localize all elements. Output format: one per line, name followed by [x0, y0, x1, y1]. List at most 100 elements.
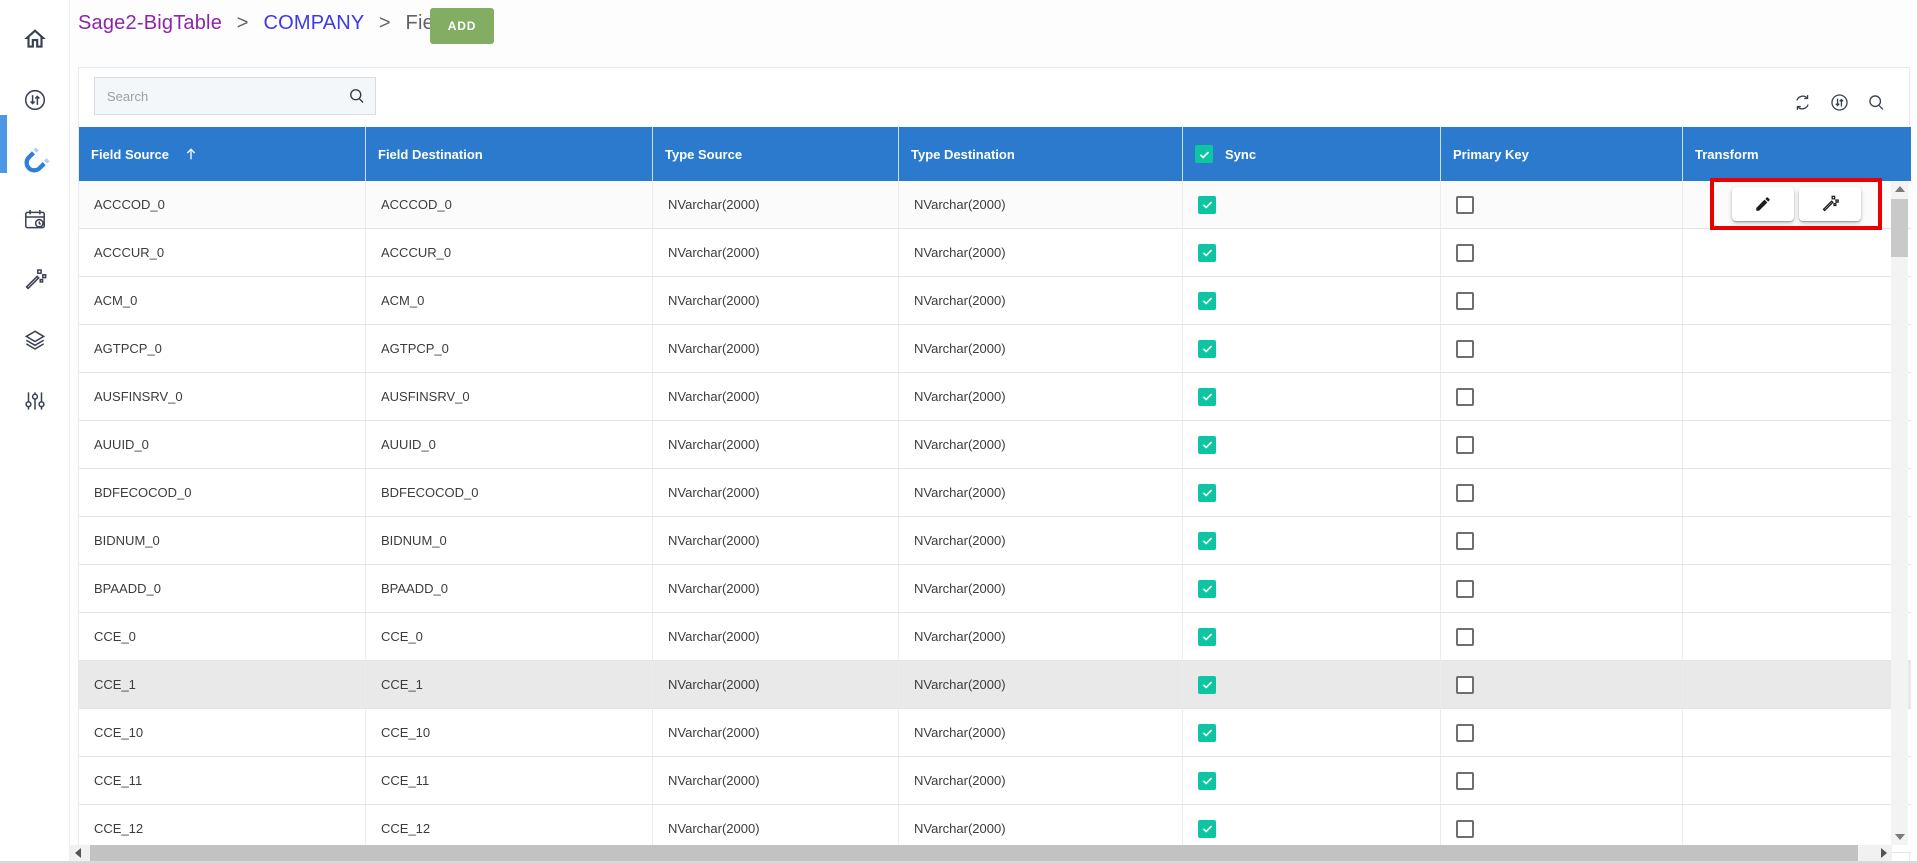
transform-cell — [1682, 709, 1911, 756]
primary-key-checkbox[interactable] — [1456, 436, 1474, 454]
breadcrumb-company[interactable]: COMPANY — [263, 12, 364, 34]
sync-checkbox[interactable] — [1198, 244, 1216, 262]
table-row[interactable]: CCE_0 CCE_0 NVarchar(2000) NVarchar(2000… — [79, 613, 1911, 661]
vertical-scrollbar[interactable] — [1891, 181, 1908, 845]
column-header-sync[interactable]: Sync — [1182, 127, 1440, 181]
table-row[interactable]: CCE_10 CCE_10 NVarchar(2000) NVarchar(20… — [79, 709, 1911, 757]
primary-key-checkbox[interactable] — [1456, 724, 1474, 742]
type-destination-cell: NVarchar(2000) — [898, 517, 1182, 564]
pencil-icon — [1754, 195, 1772, 213]
scroll-up-arrow[interactable] — [1895, 186, 1905, 192]
column-header-field-source[interactable]: Field Source — [79, 127, 365, 181]
transform-cell — [1682, 373, 1911, 420]
column-header-primary-key[interactable]: Primary Key — [1440, 127, 1682, 181]
sidebar-item-connections[interactable] — [0, 76, 70, 124]
primary-key-checkbox[interactable] — [1456, 820, 1474, 838]
table-row[interactable]: ACCCUR_0 ACCCUR_0 NVarchar(2000) NVarcha… — [79, 229, 1911, 277]
fields-table: Field Source Field Destination Type Sour… — [79, 127, 1911, 853]
type-source-cell: NVarchar(2000) — [652, 757, 898, 804]
app-window: Sage2-BigTable > COMPANY > Fields ADD — [0, 0, 1917, 863]
primary-key-cell — [1440, 181, 1682, 228]
sync-checkbox[interactable] — [1198, 772, 1216, 790]
vertical-scroll-thumb[interactable] — [1891, 199, 1908, 257]
table-row[interactable]: AUSFINSRV_0 AUSFINSRV_0 NVarchar(2000) N… — [79, 373, 1911, 421]
type-destination-cell: NVarchar(2000) — [898, 373, 1182, 420]
primary-key-checkbox[interactable] — [1456, 292, 1474, 310]
column-header-transform[interactable]: Transform — [1682, 127, 1911, 181]
type-source-cell: NVarchar(2000) — [652, 277, 898, 324]
table-row[interactable]: BDFECOCOD_0 BDFECOCOD_0 NVarchar(2000) N… — [79, 469, 1911, 517]
table-row[interactable]: AUUID_0 AUUID_0 NVarchar(2000) NVarchar(… — [79, 421, 1911, 469]
column-header-type-source[interactable]: Type Source — [652, 127, 898, 181]
search-input[interactable] — [94, 77, 376, 115]
scroll-down-arrow[interactable] — [1895, 834, 1905, 840]
sidebar-item-layers[interactable] — [0, 316, 70, 364]
sync-cell — [1182, 373, 1440, 420]
panel-toolbar — [1792, 92, 1887, 113]
add-button[interactable]: ADD — [430, 8, 494, 44]
sync-checkbox[interactable] — [1198, 484, 1216, 502]
primary-key-checkbox[interactable] — [1456, 772, 1474, 790]
sync-checkbox[interactable] — [1198, 436, 1216, 454]
scroll-right-arrow[interactable] — [1881, 848, 1887, 858]
primary-key-checkbox[interactable] — [1456, 628, 1474, 646]
sidebar-item-scheduler[interactable] — [0, 196, 70, 244]
sidebar-item-settings[interactable] — [0, 377, 70, 425]
sync-checkbox[interactable] — [1198, 292, 1216, 310]
field-destination-cell: ACCCUR_0 — [365, 229, 652, 276]
sync-checkbox[interactable] — [1198, 388, 1216, 406]
sync-checkbox[interactable] — [1198, 820, 1216, 838]
sync-checkbox[interactable] — [1198, 196, 1216, 214]
primary-key-checkbox[interactable] — [1456, 484, 1474, 502]
primary-key-checkbox[interactable] — [1456, 340, 1474, 358]
horizontal-scrollbar[interactable] — [70, 845, 1892, 861]
column-header-type-destination[interactable]: Type Destination — [898, 127, 1182, 181]
primary-key-checkbox[interactable] — [1456, 580, 1474, 598]
sidebar-item-mappings[interactable] — [0, 138, 70, 186]
sort-ascending-icon[interactable] — [183, 146, 199, 162]
table-row[interactable]: CCE_1 CCE_1 NVarchar(2000) NVarchar(2000… — [79, 661, 1911, 709]
sidebar-item-transform[interactable] — [0, 256, 70, 304]
sync-checkbox[interactable] — [1198, 532, 1216, 550]
primary-key-checkbox[interactable] — [1456, 196, 1474, 214]
column-header-field-destination[interactable]: Field Destination — [365, 127, 652, 181]
primary-key-checkbox[interactable] — [1456, 388, 1474, 406]
sync-icon[interactable] — [1829, 92, 1850, 113]
scroll-left-arrow[interactable] — [75, 848, 81, 858]
table-row[interactable]: AGTPCP_0 AGTPCP_0 NVarchar(2000) NVarcha… — [79, 325, 1911, 373]
type-destination-cell: NVarchar(2000) — [898, 277, 1182, 324]
breadcrumb-separator: > — [237, 12, 249, 34]
field-source-cell: AUSFINSRV_0 — [79, 373, 365, 420]
field-source-cell: AUUID_0 — [79, 421, 365, 468]
primary-key-cell — [1440, 229, 1682, 276]
sync-cell — [1182, 757, 1440, 804]
transform-cell — [1682, 517, 1911, 564]
breadcrumb-table[interactable]: Sage2-BigTable — [78, 12, 222, 34]
search-icon[interactable] — [347, 86, 367, 106]
sidebar-item-home[interactable] — [0, 15, 70, 63]
table-row[interactable]: ACCCOD_0 ACCCOD_0 NVarchar(2000) NVarcha… — [79, 181, 1911, 229]
sync-checkbox[interactable] — [1198, 580, 1216, 598]
breadcrumb-separator: > — [379, 12, 391, 34]
horizontal-scroll-thumb[interactable] — [90, 845, 1858, 861]
refresh-icon[interactable] — [1792, 92, 1813, 113]
sync-checkbox[interactable] — [1198, 676, 1216, 694]
sync-all-checkbox[interactable] — [1195, 145, 1213, 163]
search-icon[interactable] — [1866, 92, 1887, 113]
sync-checkbox[interactable] — [1198, 724, 1216, 742]
field-destination-cell: BIDNUM_0 — [365, 517, 652, 564]
primary-key-checkbox[interactable] — [1456, 244, 1474, 262]
edit-transform-button[interactable] — [1732, 187, 1794, 221]
table-row[interactable]: BPAADD_0 BPAADD_0 NVarchar(2000) NVarcha… — [79, 565, 1911, 613]
type-destination-cell: NVarchar(2000) — [898, 181, 1182, 228]
auto-map-button[interactable] — [1799, 187, 1861, 221]
sync-checkbox[interactable] — [1198, 340, 1216, 358]
table-row[interactable]: ACM_0 ACM_0 NVarchar(2000) NVarchar(2000… — [79, 277, 1911, 325]
field-destination-cell: AGTPCP_0 — [365, 325, 652, 372]
primary-key-checkbox[interactable] — [1456, 676, 1474, 694]
table-row[interactable]: BIDNUM_0 BIDNUM_0 NVarchar(2000) NVarcha… — [79, 517, 1911, 565]
table-row[interactable]: CCE_11 CCE_11 NVarchar(2000) NVarchar(20… — [79, 757, 1911, 805]
primary-key-cell — [1440, 517, 1682, 564]
primary-key-checkbox[interactable] — [1456, 532, 1474, 550]
sync-checkbox[interactable] — [1198, 628, 1216, 646]
